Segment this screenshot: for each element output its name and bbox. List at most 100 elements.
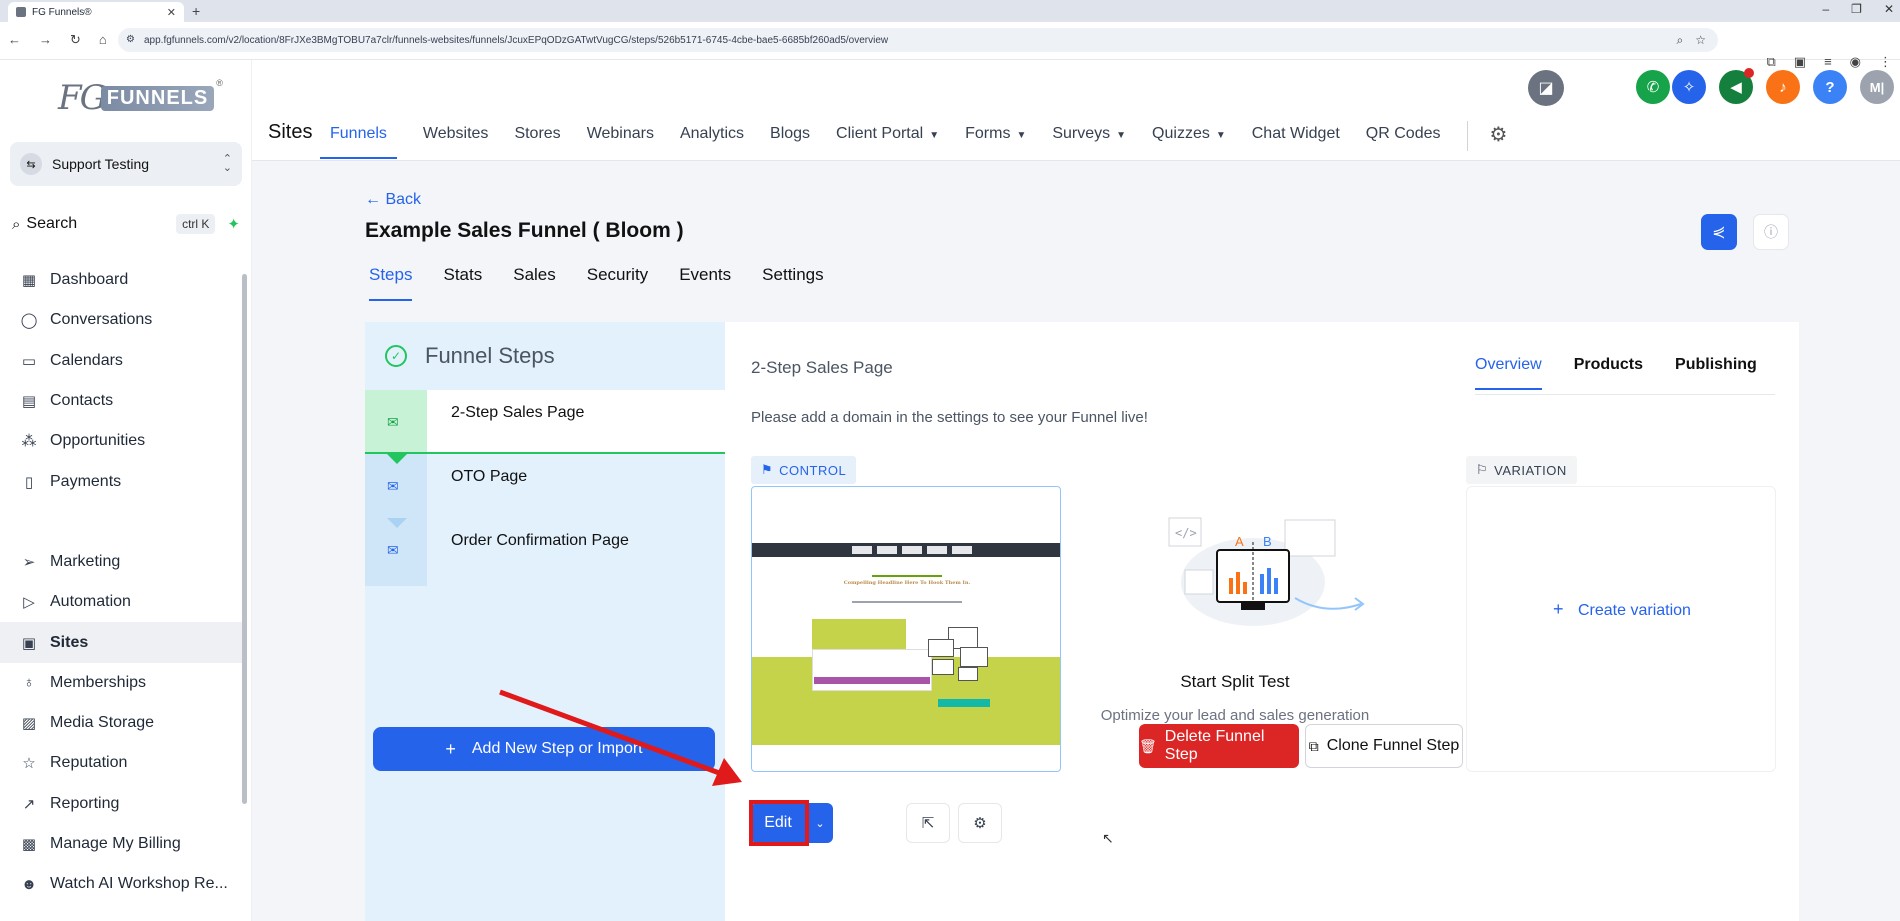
sidebar-item-automation[interactable]: ▷ Automation: [0, 582, 246, 622]
tab-sales[interactable]: Sales: [513, 265, 556, 301]
reload-icon[interactable]: ↻: [70, 32, 81, 48]
back-link[interactable]: ← Back: [365, 191, 421, 209]
tab-funnels[interactable]: Funnels: [320, 125, 397, 159]
back-arrow-icon[interactable]: ←: [8, 32, 21, 48]
registered-mark: ®: [216, 78, 223, 88]
sidebar-item-sites[interactable]: ▣ Sites: [0, 622, 246, 663]
open-external-button[interactable]: ⇱: [906, 803, 950, 843]
tab-settings[interactable]: Settings: [762, 265, 823, 301]
tab-surveys[interactable]: Surveys ▼: [1052, 125, 1126, 159]
site-settings-icon[interactable]: ⚙: [126, 34, 135, 45]
preview-form-button: [814, 677, 930, 684]
sidebar-item-dashboard[interactable]: ▦ Dashboard: [0, 260, 246, 300]
tab-stats[interactable]: Stats: [443, 265, 482, 301]
account-switcher[interactable]: ⇆ Support Testing ⌃ ⌄: [10, 142, 242, 186]
zoom-icon[interactable]: ⌕: [1677, 33, 1684, 48]
restore-icon[interactable]: ❐: [1851, 2, 1862, 16]
tab-events[interactable]: Events: [679, 265, 731, 301]
minimize-icon[interactable]: –: [1822, 2, 1829, 16]
close-tab-icon[interactable]: ✕: [167, 6, 176, 19]
tab-products[interactable]: Products: [1574, 356, 1643, 390]
search-button[interactable]: ⌕ Search ctrl K ✦: [12, 210, 240, 238]
step-settings-button[interactable]: ⚙: [958, 803, 1002, 843]
tab-chat-widget[interactable]: Chat Widget: [1252, 125, 1340, 159]
step-name: 2-Step Sales Page: [451, 404, 585, 421]
sidebar-item-reputation[interactable]: ☆ Reputation: [0, 743, 246, 783]
profile-icon[interactable]: ◉: [1850, 54, 1861, 70]
sidebar-item-contacts[interactable]: ▤ Contacts: [0, 381, 246, 421]
sidebar-item-payments[interactable]: ▯ Payments: [0, 461, 246, 501]
tab-overview[interactable]: Overview: [1475, 356, 1542, 390]
close-window-icon[interactable]: ✕: [1884, 2, 1894, 16]
sidebar-item-opportunities[interactable]: ⁂ Opportunities: [0, 421, 246, 461]
add-new-step-button[interactable]: + Add New Step or Import: [373, 727, 715, 771]
bell-icon[interactable]: ♪: [1766, 70, 1800, 104]
edit-dropdown-button[interactable]: ⌄: [807, 803, 833, 843]
help-icon[interactable]: ?: [1813, 70, 1847, 104]
page-title: Example Sales Funnel ( Bloom ): [365, 219, 684, 242]
sidebar-item-calendars[interactable]: ▭ Calendars: [0, 341, 246, 381]
step-item-2-step-sales-page[interactable]: ✉ 2-Step Sales Page: [365, 390, 725, 454]
sidebar-item-memberships[interactable]: ♁ Memberships: [0, 663, 246, 703]
sidepanel-icon[interactable]: ▣: [1794, 54, 1806, 70]
step-item-oto-page[interactable]: ✉ OTO Page: [365, 454, 725, 518]
page-preview-thumbnail[interactable]: Compelling Headline Here To Hook Them In…: [751, 486, 1061, 772]
sidebar-item-media-storage[interactable]: ▨ Media Storage: [0, 703, 246, 743]
tab-qr-codes[interactable]: QR Codes: [1366, 125, 1441, 159]
info-button[interactable]: ⓘ: [1753, 214, 1789, 250]
home-icon[interactable]: ⌂: [99, 32, 107, 48]
step-item-order-confirmation[interactable]: ✉ Order Confirmation Page: [365, 518, 725, 582]
automation-icon: ▷: [23, 594, 35, 612]
settings-gear-icon[interactable]: ⚙: [1490, 122, 1508, 159]
menu-dots-icon[interactable]: ⋮: [1879, 54, 1892, 70]
sidebar-item-label: Opportunities: [50, 432, 146, 450]
support-chat-icon[interactable]: ◪: [1528, 70, 1564, 106]
tab-blogs[interactable]: Blogs: [770, 125, 810, 159]
sidebar-item-label: Manage My Billing: [50, 835, 181, 852]
sidebar-item-reporting[interactable]: ↗ Reporting: [0, 784, 246, 824]
funnel-steps-panel: ✓ Funnel Steps ✉ 2-Step Sales Page ✉ OTO…: [365, 322, 725, 921]
media-icon[interactable]: ≡: [1824, 54, 1832, 70]
tab-websites[interactable]: Websites: [423, 125, 489, 159]
preview-nav-button: [902, 546, 922, 554]
tab-security[interactable]: Security: [587, 265, 648, 301]
bookmark-star-icon[interactable]: ☆: [1695, 33, 1706, 48]
domain-notice: Please add a domain in the settings to s…: [751, 409, 1148, 426]
control-badge: ⚑ CONTROL: [751, 456, 857, 484]
logo[interactable]: FG FUNNELS ®: [58, 78, 223, 118]
sidebar-item-billing[interactable]: ▩ Manage My Billing: [0, 824, 246, 864]
new-tab-icon[interactable]: +: [192, 3, 200, 19]
share-button[interactable]: ⋞: [1701, 214, 1737, 250]
forward-arrow-icon[interactable]: →: [39, 32, 52, 48]
tab-webinars[interactable]: Webinars: [587, 125, 654, 159]
sidebar-item-ai-workshop[interactable]: ☻ Watch AI Workshop Re...: [0, 864, 246, 904]
account-name: Support Testing: [52, 156, 150, 172]
tab-quizzes[interactable]: Quizzes ▼: [1152, 125, 1226, 159]
tab-forms[interactable]: Forms ▼: [965, 125, 1026, 159]
preview-nav-button: [927, 546, 947, 554]
avatar[interactable]: M|: [1860, 70, 1894, 104]
plus-icon: +: [445, 738, 456, 759]
magic-wand-icon[interactable]: ✧: [1672, 70, 1706, 104]
create-variation-button[interactable]: + Create variation: [1467, 599, 1777, 620]
svg-text:</>: </>: [1175, 526, 1197, 540]
ai-sparkle-icon[interactable]: ✦: [227, 215, 240, 233]
url-field[interactable]: ⚙ app.fgfunnels.com/v2/location/8FrJXe3B…: [118, 28, 1718, 52]
tab-publishing[interactable]: Publishing: [1675, 356, 1757, 390]
tab-analytics[interactable]: Analytics: [680, 125, 744, 159]
tab-client-portal[interactable]: Client Portal ▼: [836, 125, 939, 159]
tab-stores[interactable]: Stores: [514, 125, 560, 159]
step-name: OTO Page: [451, 468, 528, 485]
phone-icon[interactable]: ✆: [1636, 70, 1670, 104]
sidebar-item-conversations[interactable]: ◯ Conversations: [0, 300, 246, 340]
sidebar-scrollbar[interactable]: [242, 274, 247, 804]
clone-funnel-step-button[interactable]: ⧉ Clone Funnel Step: [1305, 724, 1463, 768]
browser-tab[interactable]: FG Funnels® ✕: [8, 2, 184, 22]
delete-funnel-step-button[interactable]: 🗑 Delete Funnel Step: [1139, 724, 1299, 768]
tab-steps[interactable]: Steps: [369, 265, 413, 301]
envelope-icon: ✉: [387, 478, 399, 494]
step-page-name: 2-Step Sales Page: [751, 358, 893, 377]
extensions-icon[interactable]: ⧉: [1766, 54, 1775, 70]
sidebar-item-marketing[interactable]: ➢ Marketing: [0, 542, 246, 582]
